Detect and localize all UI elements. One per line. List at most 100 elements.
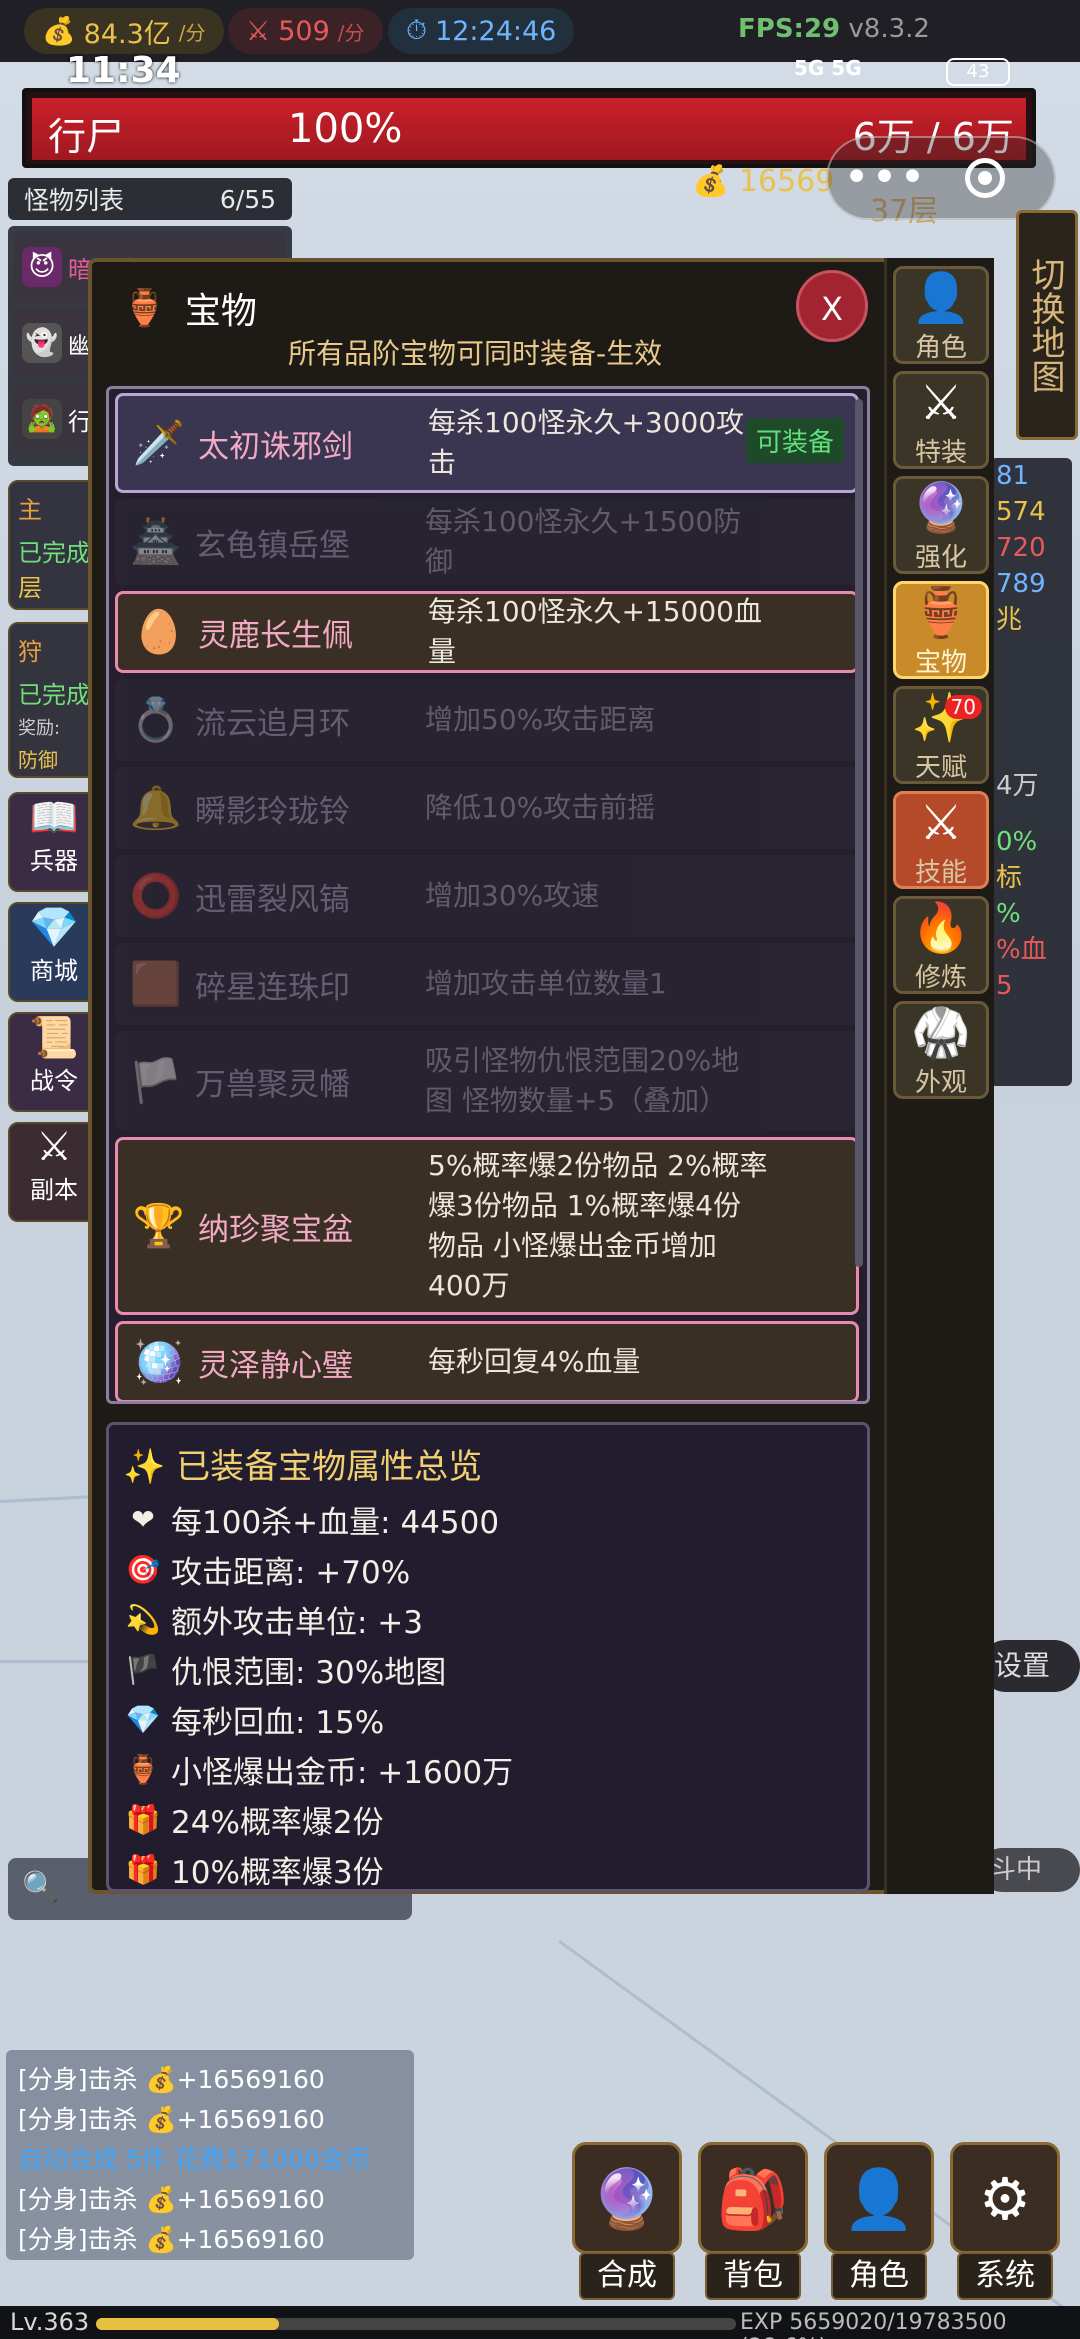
quest-defense: 防御: [18, 748, 58, 772]
tab-3[interactable]: 🏺 宝物: [893, 581, 989, 679]
kill-rate-unit: /分: [337, 20, 365, 45]
tab-7[interactable]: 🥋 外观: [893, 1001, 989, 1099]
summary-text: 攻击距离: +70%: [171, 1555, 411, 1591]
heart-icon: ❤: [131, 1503, 155, 1536]
notification-badge: 70: [944, 695, 982, 719]
treasure-name: 万兽聚灵幡: [195, 1066, 350, 1103]
settings-chip[interactable]: 设置: [980, 1640, 1080, 1692]
miniprogram-capsule[interactable]: •••: [826, 136, 1056, 220]
bottom-button-2[interactable]: 👤: [824, 2142, 934, 2254]
close-button[interactable]: X: [796, 270, 868, 342]
treasure-list[interactable]: 🗡️ 太初诛邪剑 每杀100怪永久+3000攻击 可装备 🏯 玄龟镇岳堡 每杀100怪永久+…: [106, 386, 870, 1404]
timer-pill: ⏱ 12:24:46: [388, 8, 575, 54]
equip-badge[interactable]: 可装备: [745, 418, 844, 463]
treasure-description: 每秒回复4%血量: [428, 1345, 641, 1378]
gear-icon: ⚙: [979, 2165, 1031, 2233]
summary-text: 24%概率爆2份: [171, 1805, 384, 1841]
bottom-button-3[interactable]: ⚙: [950, 2142, 1060, 2254]
player-level: Lv.363: [10, 2308, 90, 2336]
summary-row: 🏺 小怪爆出金币: +1600万: [125, 1747, 514, 1792]
fighting-chip: 斗中: [980, 1848, 1080, 1892]
diamond-icon: 💎: [29, 905, 79, 951]
comet-icon: 💫: [125, 1603, 161, 1636]
tab-5[interactable]: ⚔ 技能: [893, 791, 989, 889]
treasure-row[interactable]: 💍 流云追月环 增加50%攻击距离: [115, 679, 859, 761]
side-stat: 789: [996, 569, 1046, 599]
treasure-row[interactable]: 🔔 瞬影玲珑铃 降低10%攻击前摇: [115, 767, 859, 849]
fps-readout: FPS:29 v8.3.2: [738, 14, 930, 44]
quest-floor: 层: [18, 574, 42, 602]
bottom-button-label[interactable]: 背包: [705, 2252, 801, 2300]
search-icon: 🔍: [22, 1870, 60, 1905]
summary-text: 10%概率爆3份: [171, 1855, 384, 1891]
main-quest-card[interactable]: 主 已完成 层: [8, 480, 100, 610]
quest-label: 狩: [18, 638, 42, 666]
summary-row: 🎁 24%概率爆2份: [125, 1797, 384, 1842]
treasure-name: 纳珍聚宝盆: [198, 1211, 353, 1248]
tab-label: 强化: [914, 543, 967, 573]
jade-pendant-icon: 🥚: [132, 607, 186, 656]
treasure-row[interactable]: 🗡️ 太初诛邪剑 每杀100怪永久+3000攻击 可装备: [115, 393, 859, 493]
tab-0[interactable]: 👤 角色: [893, 266, 989, 364]
bottom-button-0[interactable]: 🔮: [572, 2142, 682, 2254]
bottom-button-label[interactable]: 系统: [957, 2252, 1053, 2300]
treasure-description: 5%概率爆2份物品 2%概率爆3份物品 1%概率爆4份物品 小怪爆出金币增加40…: [428, 1149, 768, 1302]
battlepass-shortcut[interactable]: 📜 战令: [8, 1012, 100, 1112]
treasure-row[interactable]: 🏳️ 万兽聚灵幡 吸引怪物仇恨范围20%地图 怪物数量+5（叠加）: [115, 1031, 859, 1131]
tab-label: 宝物: [914, 648, 967, 678]
vase-icon: 🏺: [122, 288, 167, 329]
treasure-row[interactable]: ⭕ 迅雷裂风镐 增加30%攻速: [115, 855, 859, 937]
side-stat: 4万: [996, 771, 1039, 801]
vase-icon: 🏺: [911, 585, 971, 641]
shop-shortcut[interactable]: 💎 商城: [8, 902, 100, 1002]
equipped-summary-panel[interactable]: ✨ 已装备宝物属性总览 ❤ 每100杀+血量: 44500 🎯 攻击距离: +70% 💫…: [106, 1422, 870, 1892]
shop-label: 商城: [30, 957, 78, 985]
person-icon: 👤: [911, 270, 971, 326]
bottom-button-label[interactable]: 合成: [579, 2252, 675, 2300]
treasure-name: 流云追月环: [195, 705, 350, 742]
stats-side-panel: 81 574 720 789 兆 4万 0% 标 % %血 5: [990, 458, 1072, 1086]
treasure-list-scrollbar[interactable]: [855, 399, 863, 1267]
boss-hp-percent: 100%: [288, 106, 403, 152]
more-menu-icon[interactable]: •••: [828, 156, 943, 200]
side-stat: 0%: [996, 827, 1038, 857]
side-stat: 兆: [996, 605, 1023, 635]
switch-map-button[interactable]: 切换地图: [1016, 210, 1078, 440]
tab-6[interactable]: 🔥 修炼: [893, 896, 989, 994]
close-miniprogram-icon[interactable]: [965, 158, 1005, 198]
bottom-button-1[interactable]: 🎒: [698, 2142, 808, 2254]
dungeon-shortcut[interactable]: ⚔ 副本: [8, 1122, 100, 1222]
summary-text: 仇恨范围: 30%地图: [171, 1655, 447, 1691]
log-line: [分身]击杀 💰+16569160: [18, 2105, 325, 2134]
treasure-row[interactable]: 🟫 碎星连珠印 增加攻击单位数量1: [115, 943, 859, 1025]
crossed-swords-icon: ⚔: [246, 15, 271, 47]
gold-rate-pill: 💰 84.3亿 /分: [24, 8, 224, 54]
treasure-row[interactable]: 🏯 玄龟镇岳堡 每杀100怪永久+1500防御: [115, 499, 859, 585]
tab-1[interactable]: ⚔ 特装: [893, 371, 989, 469]
treasure-name: 玄龟镇岳堡: [195, 527, 350, 564]
weapon-shortcut[interactable]: 📖 兵器: [8, 792, 100, 892]
treasure-row[interactable]: 🪩 灵泽静心璧 每秒回复4%血量: [115, 1321, 859, 1401]
treasure-row[interactable]: 🏆 纳珍聚宝盆 5%概率爆2份物品 2%概率爆3份物品 1%概率爆4份物品 小怪爆出…: [115, 1137, 859, 1315]
treasure-row[interactable]: 🥚 灵鹿长生佩 每杀100怪永久+15000血量: [115, 591, 859, 673]
robe-icon: 🥋: [911, 1005, 971, 1061]
side-stat: %血: [996, 935, 1047, 965]
hunt-quest-card[interactable]: 狩 已完成 奖励: 防御: [8, 622, 100, 778]
treasure-name: 碎星连珠印: [195, 969, 350, 1006]
tab-label: 特装: [914, 438, 967, 468]
treasure-description: 降低10%攻击前摇: [425, 791, 656, 824]
fortress-icon: 🏯: [129, 517, 183, 566]
gold-counter: 💰 16569: [692, 164, 835, 199]
monster-list-header[interactable]: 怪物列表 6/55: [8, 178, 292, 220]
side-stat: 标: [996, 863, 1023, 893]
fire-icon: 🔥: [911, 900, 971, 956]
bottom-button-label[interactable]: 角色: [831, 2252, 927, 2300]
quest-status: 已完成: [18, 539, 90, 567]
gold-rate-unit: /分: [178, 20, 206, 45]
target-icon: 🎯: [125, 1553, 161, 1586]
tab-2[interactable]: 🔮 强化: [893, 476, 989, 574]
tab-4[interactable]: ✨ 天赋 70: [893, 686, 989, 784]
bracelet-icon: ⭕: [129, 871, 183, 920]
tab-label: 角色: [914, 333, 967, 363]
timer-value: 12:24:46: [435, 15, 557, 47]
